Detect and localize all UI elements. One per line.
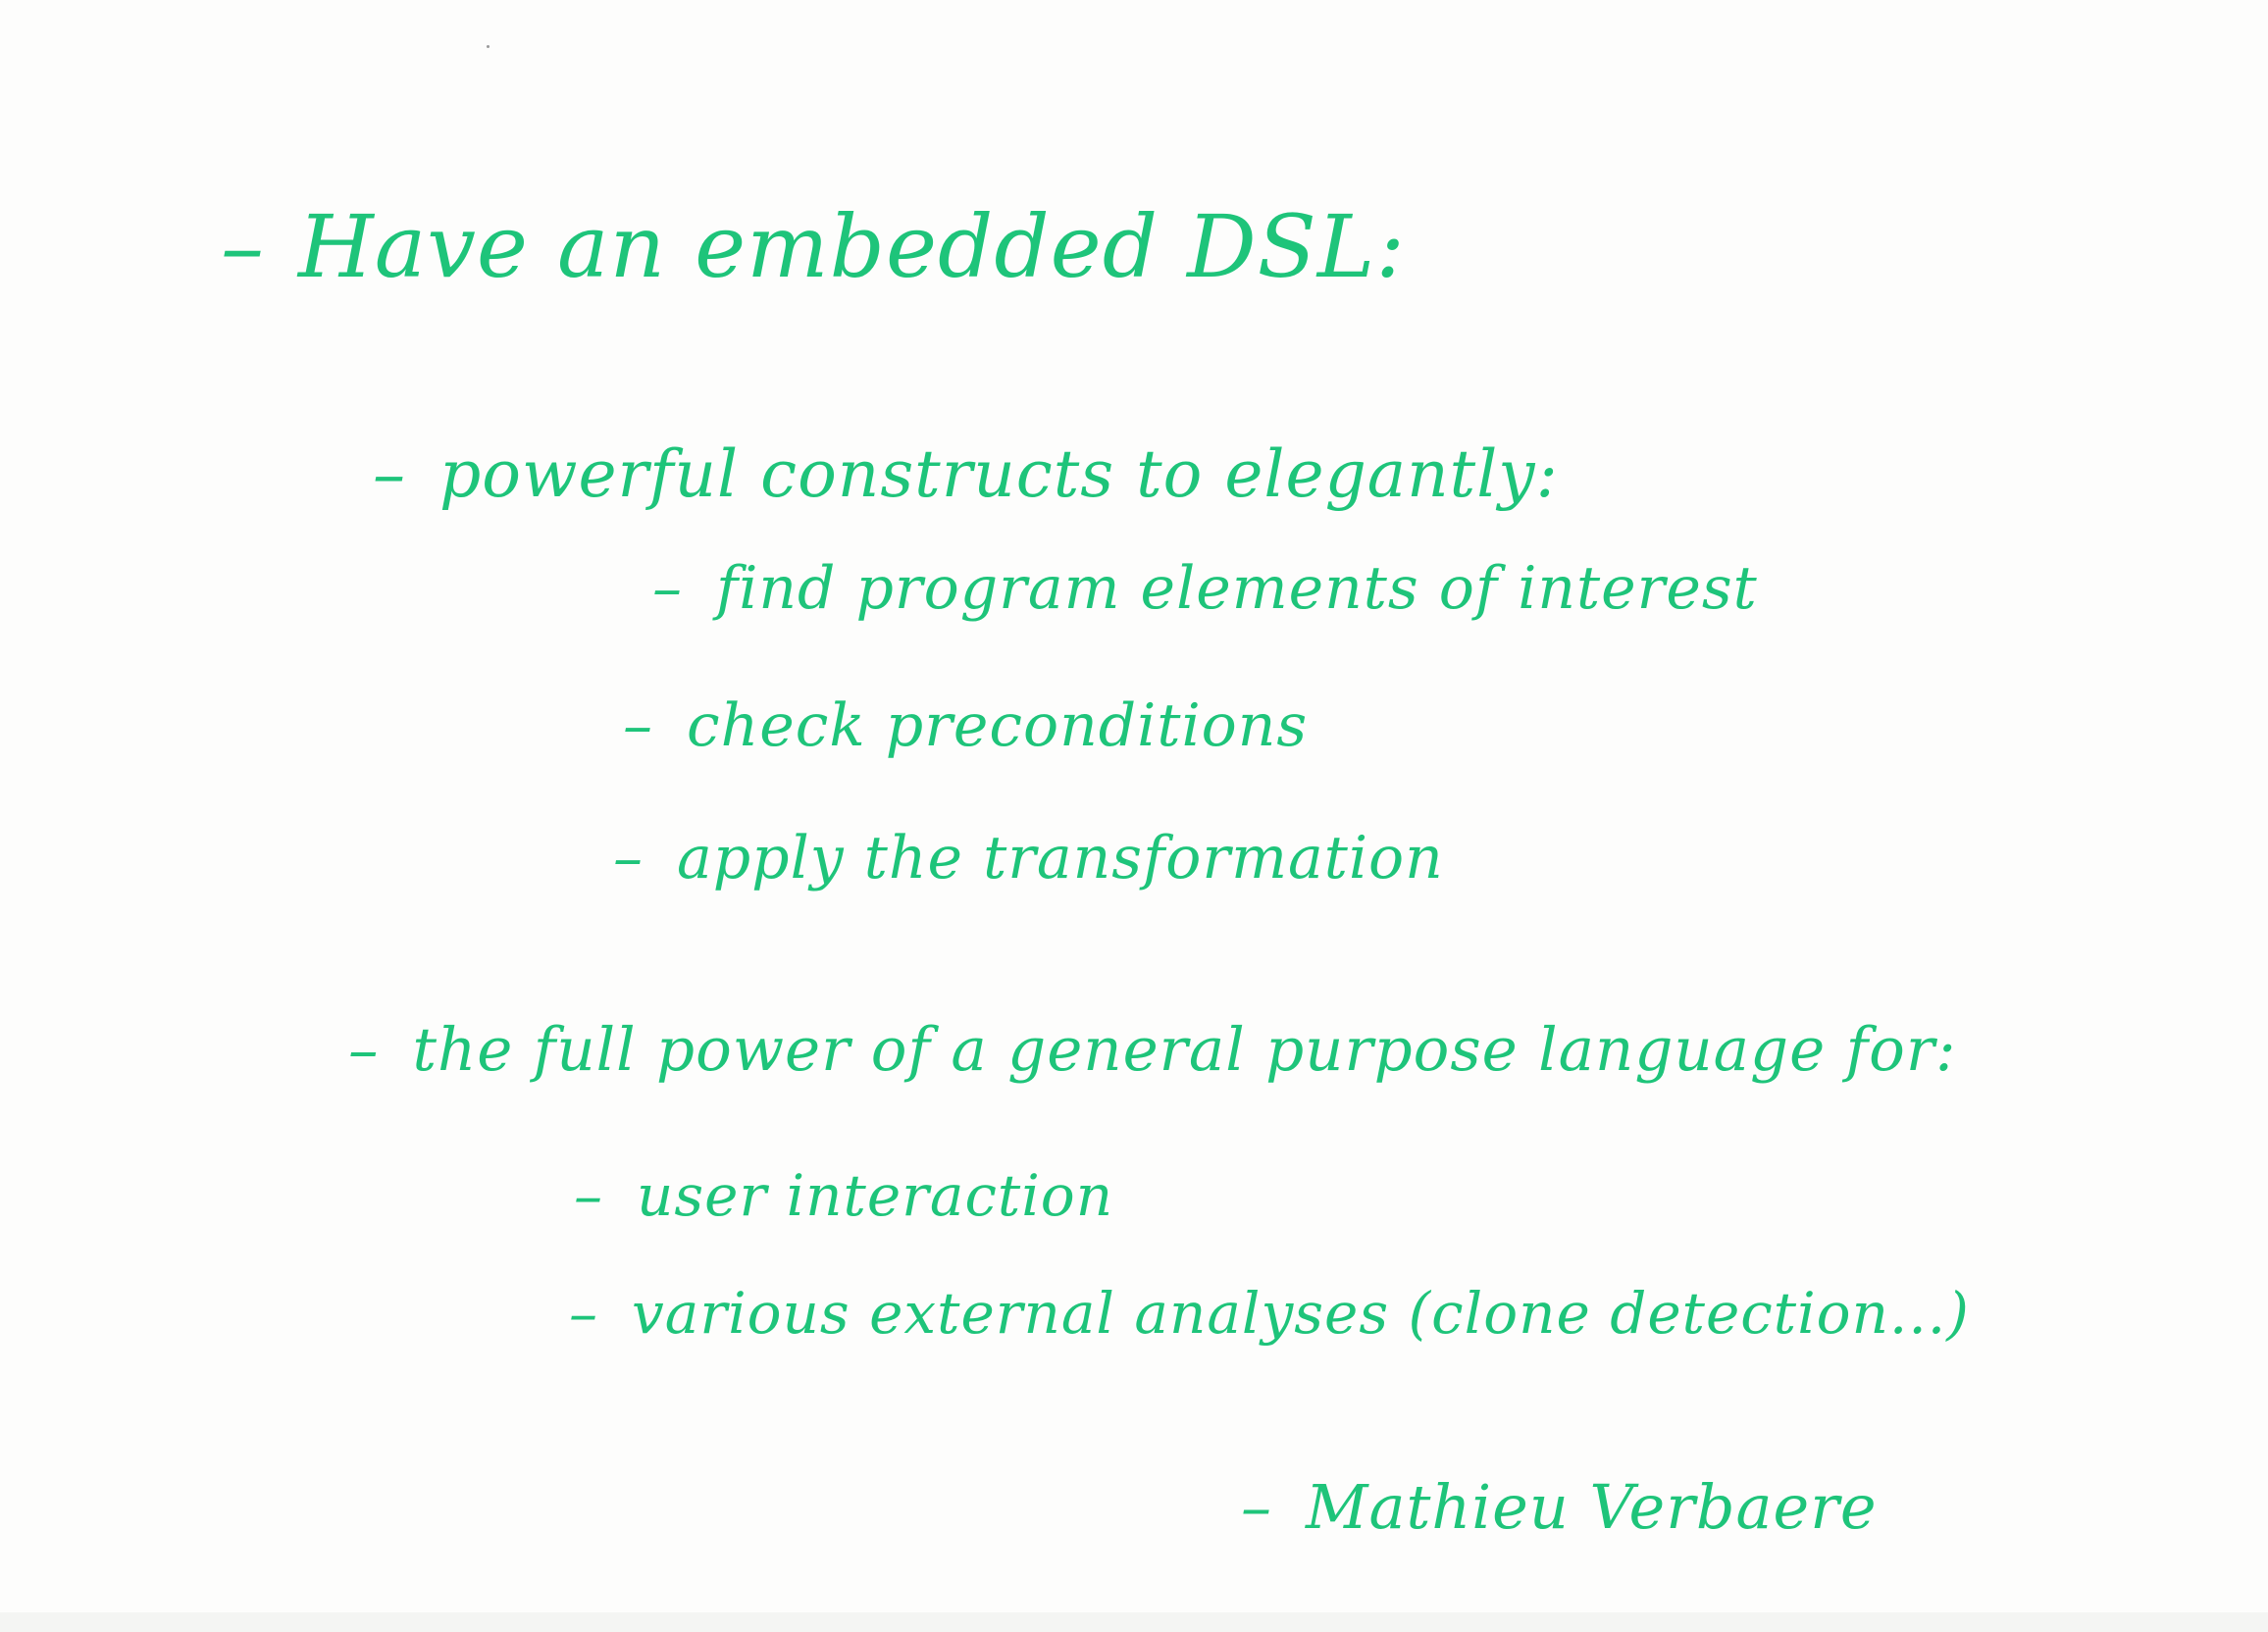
item-text: check preconditions bbox=[687, 691, 1309, 760]
signature-line: – Mathieu Verbaere bbox=[1241, 1471, 1878, 1543]
section1-item-1: – find program elements of interest bbox=[652, 554, 1758, 623]
bullet-dash: – bbox=[373, 436, 406, 512]
section1-item-2: – check preconditions bbox=[623, 691, 1308, 760]
paper-speck bbox=[487, 45, 490, 48]
bullet-dash: – bbox=[613, 824, 644, 892]
handwritten-note-page: – Have an embedded DSL: – powerful constru… bbox=[0, 0, 2268, 1632]
heading-line: – Have an embedded DSL: bbox=[221, 196, 1406, 297]
bullet-dash: – bbox=[652, 554, 683, 623]
bullet-dash: – bbox=[221, 196, 265, 297]
bullet-dash: – bbox=[623, 691, 653, 760]
item-text: user interaction bbox=[637, 1162, 1114, 1229]
section2-title: the full power of a general purpose lang… bbox=[412, 1015, 1957, 1085]
item-text: apply the transformation bbox=[677, 824, 1444, 892]
section1-item-3: – apply the transformation bbox=[613, 824, 1444, 892]
section1-title-line: – powerful constructs to elegantly: bbox=[373, 436, 1559, 512]
section2-title-line: – the full power of a general purpose lan… bbox=[348, 1015, 1957, 1085]
item-text: find program elements of interest bbox=[716, 554, 1758, 623]
section2-item-1: – user interaction bbox=[574, 1162, 1113, 1229]
heading-text: Have an embedded DSL: bbox=[298, 196, 1406, 297]
section2-item-2: – various external analyses (clone detect… bbox=[569, 1280, 1970, 1347]
bullet-dash: – bbox=[348, 1015, 380, 1085]
signature: Mathieu Verbaere bbox=[1306, 1471, 1878, 1543]
item-text: various external analyses (clone detecti… bbox=[632, 1280, 1970, 1347]
bullet-dash: – bbox=[574, 1162, 603, 1229]
bullet-dash: – bbox=[569, 1280, 598, 1347]
bullet-dash: – bbox=[1241, 1471, 1272, 1543]
paper-bottom-edge bbox=[0, 1612, 2268, 1632]
section1-title: powerful constructs to elegantly: bbox=[439, 436, 1559, 512]
